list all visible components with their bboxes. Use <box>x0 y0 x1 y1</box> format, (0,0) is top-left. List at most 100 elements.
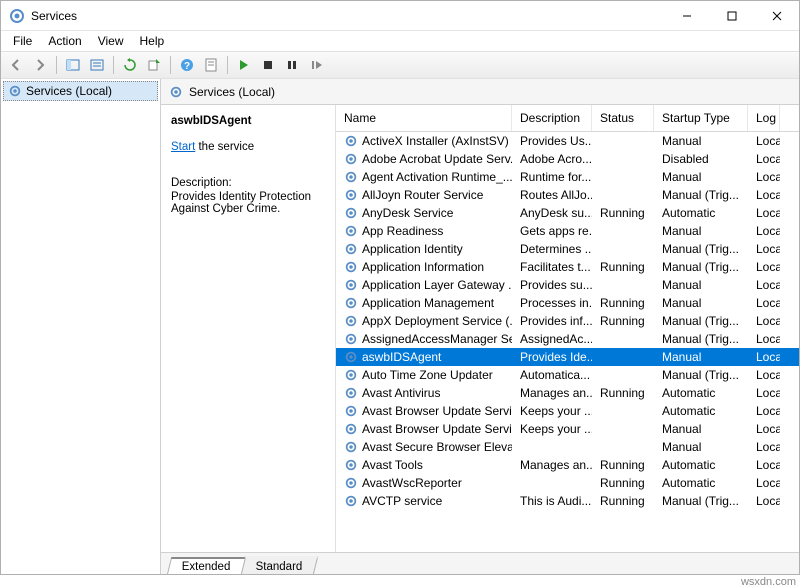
cell-startup: Manual <box>654 169 748 185</box>
cell-name: Avast Antivirus <box>336 385 512 401</box>
cell-logon: Loca <box>748 241 780 257</box>
cell-logon: Loca <box>748 151 780 167</box>
cell-description: Keeps your ... <box>512 403 592 419</box>
right-pane-header: Services (Local) <box>161 79 799 105</box>
cell-startup: Manual (Trig... <box>654 187 748 203</box>
cell-logon: Loca <box>748 421 780 437</box>
gear-icon <box>344 476 358 490</box>
cell-name: Auto Time Zone Updater <box>336 367 512 383</box>
cell-description: AnyDesk su... <box>512 205 592 221</box>
menu-help[interactable]: Help <box>132 32 173 50</box>
toolbar-separator <box>170 56 171 74</box>
cell-status <box>592 374 654 376</box>
service-row[interactable]: AppX Deployment Service (...Provides inf… <box>336 312 799 330</box>
properties-sheet-button[interactable] <box>200 54 222 76</box>
service-name-text: AllJoyn Router Service <box>362 188 483 202</box>
gear-icon <box>169 85 183 99</box>
cell-name: Application Layer Gateway ... <box>336 277 512 293</box>
cell-name: ActiveX Installer (AxInstSV) <box>336 133 512 149</box>
service-name-text: Avast Antivirus <box>362 386 440 400</box>
cell-logon: Loca <box>748 205 780 221</box>
start-service-link[interactable]: Start <box>171 141 195 153</box>
service-row[interactable]: Avast Browser Update Servi...Keeps your … <box>336 420 799 438</box>
back-button[interactable] <box>5 54 27 76</box>
cell-startup: Manual (Trig... <box>654 313 748 329</box>
col-header-status[interactable]: Status <box>592 105 654 131</box>
pause-service-button[interactable] <box>281 54 303 76</box>
cell-name: Agent Activation Runtime_... <box>336 169 512 185</box>
service-row[interactable]: AssignedAccessManager Se...AssignedAc...… <box>336 330 799 348</box>
service-row[interactable]: Adobe Acrobat Update Serv...Adobe Acro..… <box>336 150 799 168</box>
cell-description: Processes in... <box>512 295 592 311</box>
content-area: Services (Local) Services (Local) aswbID… <box>1 79 799 574</box>
menu-action[interactable]: Action <box>40 32 89 50</box>
cell-name: Application Identity <box>336 241 512 257</box>
cell-startup: Automatic <box>654 205 748 221</box>
cell-description: Runtime for... <box>512 169 592 185</box>
cell-description: Automatica... <box>512 367 592 383</box>
service-name-text: Application Layer Gateway ... <box>362 278 512 292</box>
cell-description: Manages an... <box>512 457 592 473</box>
cell-logon: Loca <box>748 349 780 365</box>
service-row[interactable]: AnyDesk ServiceAnyDesk su...RunningAutom… <box>336 204 799 222</box>
gear-icon <box>344 134 358 148</box>
refresh-button[interactable] <box>119 54 141 76</box>
service-name-text: Avast Tools <box>362 458 423 472</box>
service-row[interactable]: Avast AntivirusManages an...RunningAutom… <box>336 384 799 402</box>
cell-logon: Loca <box>748 223 780 239</box>
minimize-button[interactable] <box>664 1 709 30</box>
service-row[interactable]: Avast ToolsManages an...RunningAutomatic… <box>336 456 799 474</box>
forward-button[interactable] <box>29 54 51 76</box>
cell-startup: Manual <box>654 295 748 311</box>
cell-startup: Manual (Trig... <box>654 259 748 275</box>
col-header-startup[interactable]: Startup Type <box>654 105 748 131</box>
tab-standard[interactable]: Standard <box>240 556 317 574</box>
cell-status: Running <box>592 259 654 275</box>
service-row[interactable]: AVCTP serviceThis is Audi...RunningManua… <box>336 492 799 510</box>
tree-node-services-local[interactable]: Services (Local) <box>3 81 158 101</box>
service-row[interactable]: AllJoyn Router ServiceRoutes AllJo...Man… <box>336 186 799 204</box>
service-row[interactable]: Agent Activation Runtime_...Runtime for.… <box>336 168 799 186</box>
cell-status <box>592 194 654 196</box>
service-row[interactable]: Avast Secure Browser Elevat...ManualLoca <box>336 438 799 456</box>
col-header-logon[interactable]: Log <box>748 105 780 131</box>
service-name-text: aswbIDSAgent <box>362 350 441 364</box>
cell-startup: Automatic <box>654 403 748 419</box>
properties-button[interactable] <box>86 54 108 76</box>
service-row[interactable]: Application InformationFacilitates t...R… <box>336 258 799 276</box>
services-window: Services File Action View Help ? <box>0 0 800 575</box>
maximize-button[interactable] <box>709 1 754 30</box>
gear-icon <box>344 260 358 274</box>
export-list-button[interactable] <box>143 54 165 76</box>
menu-view[interactable]: View <box>90 32 132 50</box>
service-row[interactable]: ActiveX Installer (AxInstSV)Provides Us.… <box>336 132 799 150</box>
service-row[interactable]: Auto Time Zone UpdaterAutomatica...Manua… <box>336 366 799 384</box>
service-row[interactable]: Application IdentityDetermines ...Manual… <box>336 240 799 258</box>
start-service-button[interactable] <box>233 54 255 76</box>
col-header-name[interactable]: Name <box>336 105 512 131</box>
service-row[interactable]: AvastWscReporterRunningAutomaticLoca <box>336 474 799 492</box>
service-row[interactable]: Avast Browser Update Servi...Keeps your … <box>336 402 799 420</box>
cell-name: AVCTP service <box>336 493 512 509</box>
show-hide-tree-button[interactable] <box>62 54 84 76</box>
help-button[interactable]: ? <box>176 54 198 76</box>
gear-icon <box>344 368 358 382</box>
menu-file[interactable]: File <box>5 32 40 50</box>
close-button[interactable] <box>754 1 799 30</box>
cell-logon: Loca <box>748 133 780 149</box>
stop-service-button[interactable] <box>257 54 279 76</box>
list-body[interactable]: ActiveX Installer (AxInstSV)Provides Us.… <box>336 132 799 552</box>
cell-logon: Loca <box>748 277 780 293</box>
cell-startup: Manual <box>654 223 748 239</box>
cell-status <box>592 176 654 178</box>
col-header-desc[interactable]: Description <box>512 105 592 131</box>
cell-logon: Loca <box>748 403 780 419</box>
service-row[interactable]: Application Layer Gateway ...Provides su… <box>336 276 799 294</box>
service-row[interactable]: Application ManagementProcesses in...Run… <box>336 294 799 312</box>
cell-name: Avast Browser Update Servi... <box>336 421 512 437</box>
tab-extended[interactable]: Extended <box>167 557 246 574</box>
service-row[interactable]: App ReadinessGets apps re...ManualLoca <box>336 222 799 240</box>
toolbar: ? <box>1 51 799 79</box>
restart-service-button[interactable] <box>305 54 327 76</box>
service-row[interactable]: aswbIDSAgentProvides Ide...ManualLoca <box>336 348 799 366</box>
